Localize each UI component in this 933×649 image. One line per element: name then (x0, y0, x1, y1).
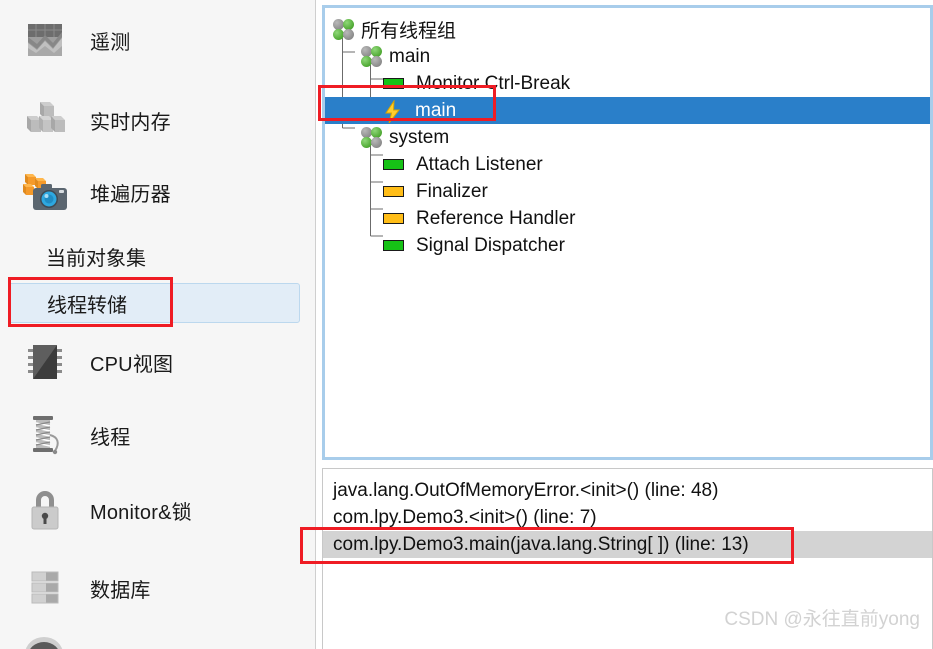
tree-row[interactable]: Attach Listener (325, 151, 930, 178)
tree-row[interactable]: Finalizer (325, 178, 930, 205)
thread-tree-panel[interactable]: 所有线程组 main Monitor Ctrl-Break main syste… (322, 5, 933, 460)
tree-row-label: Finalizer (416, 180, 488, 202)
thread-group-icon (333, 18, 355, 41)
telemetry-chart-icon (18, 13, 72, 67)
sidebar-item-label: 实时内存 (90, 111, 171, 134)
tree-row[interactable]: Reference Handler (325, 205, 930, 232)
sidebar-item-label: Monitor&锁 (90, 501, 192, 524)
sidebar-item-threads[interactable]: 线程 (0, 403, 315, 467)
sidebar-item-label: 堆遍历器 (90, 183, 171, 206)
sidebar-subitem-label: 当前对象集 (46, 247, 146, 270)
sidebar-item-partial[interactable] (0, 622, 315, 649)
sidebar-item-cpu-view[interactable]: CPU视图 (0, 330, 315, 394)
tree-row[interactable]: Signal Dispatcher (325, 232, 930, 259)
stack-trace-row[interactable]: java.lang.OutOfMemoryError.<init>() (lin… (323, 477, 932, 504)
thread-running-icon (383, 159, 404, 170)
sidebar-item-label: 遥测 (90, 31, 131, 54)
cpu-chip-icon (18, 335, 72, 389)
sidebar-item-label: 线程 (90, 426, 131, 449)
stack-trace-text: com.lpy.Demo3.<init>() (line: 7) (333, 506, 597, 528)
sidebar-item-databases[interactable]: 数据库 (0, 556, 315, 620)
tree-row[interactable]: Monitor Ctrl-Break (325, 70, 930, 97)
database-stack-icon (18, 561, 72, 615)
stack-trace-row[interactable]: com.lpy.Demo3.<init>() (line: 7) (323, 504, 932, 531)
tree-row-label: main (389, 45, 431, 67)
left-sidebar: 遥测 实时内存 堆遍历器 当前对象集 线程转储 CPU视图 线程 Monitor… (0, 0, 316, 649)
tree-row-label: Signal Dispatcher (416, 234, 565, 256)
thread-waiting-icon (383, 213, 404, 224)
tree-row-label: 所有线程组 (361, 21, 457, 42)
tree-row-label: system (389, 126, 450, 148)
tree-row-label: main (415, 99, 457, 121)
thread-spool-icon (18, 408, 72, 462)
tree-row-label: Reference Handler (416, 207, 576, 229)
thread-running-icon (383, 78, 404, 89)
sidebar-item-current-object-set[interactable]: 当前对象集 (8, 236, 300, 276)
thread-waiting-icon (383, 186, 404, 197)
sidebar-item-label: CPU视图 (90, 353, 174, 376)
tree-row[interactable]: 所有线程组 (325, 16, 930, 43)
stack-trace-text: com.lpy.Demo3.main(java.lang.String[ ]) … (333, 533, 749, 555)
stack-trace-panel[interactable]: java.lang.OutOfMemoryError.<init>() (lin… (322, 468, 933, 649)
sidebar-item-telemetry[interactable]: 遥测 (0, 8, 315, 72)
dark-circle-icon (18, 627, 72, 649)
stack-trace-text: java.lang.OutOfMemoryError.<init>() (lin… (333, 479, 719, 501)
sidebar-item-thread-dump[interactable]: 线程转储 (8, 283, 300, 323)
sidebar-item-label: 数据库 (90, 579, 151, 602)
thread-running-icon (383, 240, 404, 251)
sidebar-item-live-memory[interactable]: 实时内存 (0, 88, 315, 152)
sidebar-subitem-label: 线程转储 (47, 294, 127, 317)
thread-tree: 所有线程组 main Monitor Ctrl-Break main syste… (325, 8, 930, 259)
thread-lightning-icon (383, 98, 403, 123)
thread-group-icon (361, 45, 383, 68)
stack-trace-row-selected[interactable]: com.lpy.Demo3.main(java.lang.String[ ]) … (323, 531, 932, 558)
sidebar-item-monitors-locks[interactable]: Monitor&锁 (0, 478, 315, 542)
heap-walker-camera-icon (18, 165, 72, 219)
tree-row[interactable]: system (325, 124, 930, 151)
padlock-icon (18, 483, 72, 537)
thread-group-icon (361, 126, 383, 149)
profiler-window: 遥测 实时内存 堆遍历器 当前对象集 线程转储 CPU视图 线程 Monitor… (0, 0, 933, 649)
tree-row-label: Attach Listener (416, 153, 543, 175)
tree-row-selected[interactable]: main (325, 97, 930, 124)
sidebar-item-heap-walker[interactable]: 堆遍历器 (0, 160, 315, 224)
tree-row[interactable]: main (325, 43, 930, 70)
memory-cubes-icon (18, 93, 72, 147)
tree-row-label: Monitor Ctrl-Break (416, 72, 571, 94)
watermark-text: CSDN @永往直前yong (724, 609, 920, 630)
